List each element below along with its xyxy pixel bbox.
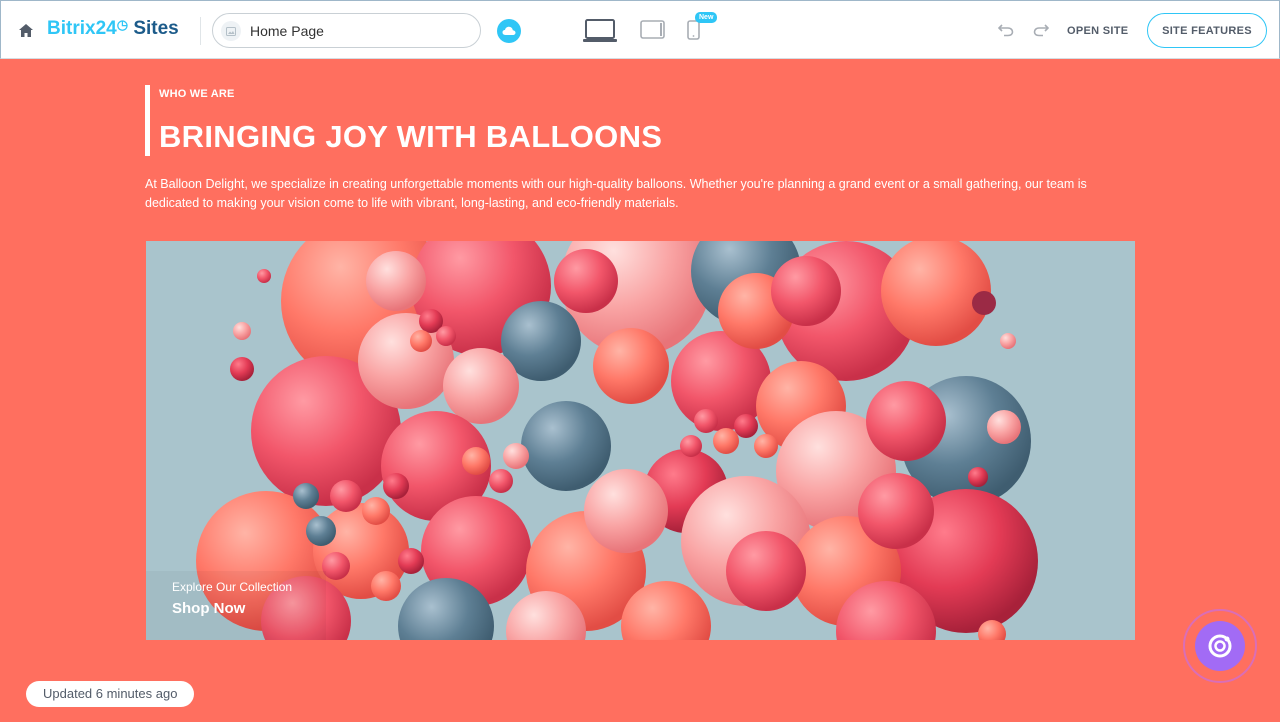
section-description: At Balloon Delight, we specialize in cre… (145, 177, 1087, 210)
logo-clock-icon: ◷ (116, 17, 129, 32)
section-eyebrow: WHO WE ARE (159, 88, 235, 100)
cloud-icon[interactable] (497, 19, 521, 43)
mobile-icon[interactable] (687, 20, 700, 45)
page-selector-label: Home Page (250, 23, 324, 39)
shop-now-link[interactable]: Shop Now (172, 600, 245, 617)
hero-image-block[interactable]: Explore Our Collection Shop Now (146, 241, 1135, 640)
toolbar-divider (200, 17, 201, 45)
hero-caption: Explore Our Collection (172, 580, 293, 594)
top-toolbar: Bitrix24◷ Sites Home Page New OPEN SITE … (0, 0, 1280, 59)
page-thumb-icon (221, 21, 241, 41)
undo-icon[interactable] (997, 22, 1014, 42)
balloons-image (146, 241, 1135, 640)
tablet-icon[interactable] (640, 20, 666, 45)
section-headline: BRINGING JOY WITH BALLOONS (159, 119, 663, 154)
page-selector[interactable]: Home Page (212, 13, 481, 48)
updated-status-badge: Updated 6 minutes ago (26, 681, 195, 707)
new-badge: New (695, 12, 718, 23)
bitrix24-sites-logo[interactable]: Bitrix24◷ Sites (47, 17, 179, 40)
desktop-icon[interactable] (583, 19, 617, 48)
redo-icon[interactable] (1033, 22, 1050, 42)
open-site-link[interactable]: OPEN SITE (1067, 25, 1128, 37)
logo-brand: Bitrix24 (47, 18, 117, 39)
logo-suffix: Sites (133, 18, 179, 39)
site-features-button[interactable]: SITE FEATURES (1147, 13, 1267, 48)
heading-accent-bar (145, 85, 150, 156)
home-icon[interactable] (15, 19, 37, 41)
assistant-button[interactable] (1183, 609, 1257, 683)
assistant-icon (1195, 621, 1245, 671)
